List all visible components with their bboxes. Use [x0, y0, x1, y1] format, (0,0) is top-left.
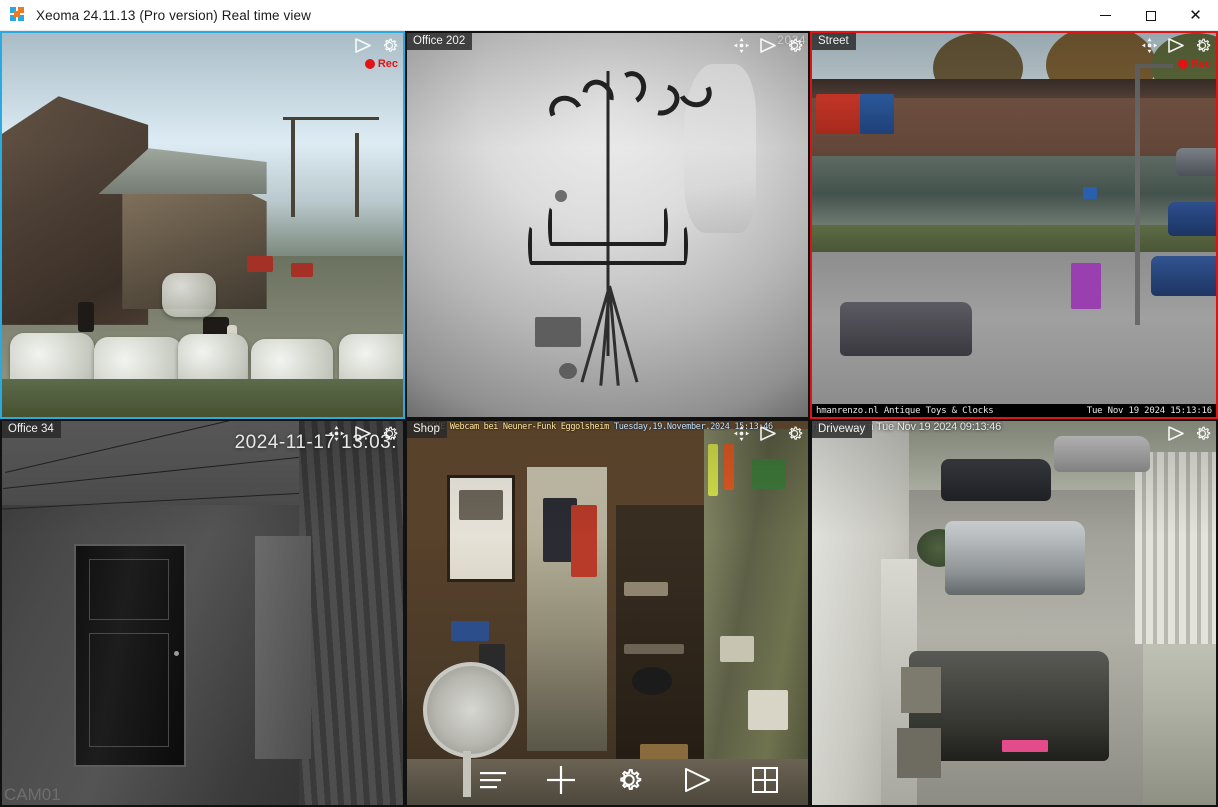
play-icon[interactable]: [1166, 425, 1185, 442]
layout-button[interactable]: [746, 761, 784, 799]
xeoma-app-window: Xeoma 24.11.13 (Pro version) Real time v…: [0, 0, 1218, 807]
gear-icon: [614, 765, 644, 795]
add-button[interactable]: [542, 761, 580, 799]
gear-icon[interactable]: [380, 36, 399, 55]
camera-controls-4: [328, 424, 399, 443]
camera-label-2: Office 202: [407, 33, 472, 50]
camera-cell-6[interactable]: riveway Cam Tue Nov 19 2024 09:13:46 Dri…: [810, 419, 1218, 807]
gear-icon[interactable]: [785, 36, 804, 55]
rec-label: Rec: [1191, 58, 1211, 70]
minimize-icon: [1100, 15, 1111, 16]
camera-id-overlay-4: CAM01: [4, 785, 61, 805]
camera-cell-3[interactable]: hmanrenzo.nl Antique Toys & Clocks Tue N…: [810, 31, 1218, 419]
site-name-overlay-3: hmanrenzo.nl Antique Toys & Clocks: [816, 406, 993, 416]
xeoma-logo-icon: [10, 7, 26, 23]
camera-cell-5[interactable]: LICHE Webcam bei Neuner-Funk Eggolsheim …: [405, 419, 810, 807]
camera-video-6: [812, 421, 1216, 805]
minimize-button[interactable]: [1083, 0, 1128, 31]
camera-video-2: [407, 33, 808, 417]
play-icon[interactable]: [353, 425, 372, 442]
recording-indicator-1: Rec: [365, 58, 398, 70]
record-dot-icon: [365, 59, 375, 69]
gear-icon[interactable]: [785, 424, 804, 443]
camera-controls-2: [733, 36, 804, 55]
camera-label-4: Office 34: [2, 421, 61, 438]
camera-controls-1: [353, 36, 399, 55]
close-icon: ✕: [1189, 8, 1202, 23]
gear-icon[interactable]: [1193, 36, 1212, 55]
bottom-toolbar: [474, 761, 784, 799]
recording-indicator-3: Rec: [1178, 58, 1211, 70]
play-icon[interactable]: [1166, 37, 1185, 54]
gear-icon[interactable]: [1193, 424, 1212, 443]
camera-controls-6: [1166, 424, 1212, 443]
move-icon[interactable]: [733, 37, 750, 54]
camera-controls-5: [733, 424, 804, 443]
rec-label: Rec: [378, 58, 398, 70]
camera-label-5: Shop: [407, 421, 447, 438]
move-icon[interactable]: [733, 425, 750, 442]
move-icon[interactable]: [1141, 37, 1158, 54]
plus-icon: [546, 765, 576, 795]
camera-cell-1[interactable]: Rec: [0, 31, 405, 419]
play-icon[interactable]: [758, 425, 777, 442]
play-button[interactable]: [678, 761, 716, 799]
camera-cell-4[interactable]: 2024-11-17 13:03: CAM01 Office 34: [0, 419, 405, 807]
window-title: Xeoma 24.11.13 (Pro version) Real time v…: [36, 8, 311, 23]
timestamp-overlay-3: Tue Nov 19 2024 15:13:16: [1087, 406, 1212, 416]
title-bar: Xeoma 24.11.13 (Pro version) Real time v…: [0, 0, 1218, 31]
play-icon[interactable]: [758, 37, 777, 54]
play-icon[interactable]: [353, 37, 372, 54]
camera-label-6: Driveway: [812, 421, 872, 438]
menu-button[interactable]: [474, 761, 512, 799]
site-name-overlay-5: LICHE Webcam bei Neuner-Funk Eggolsheim: [421, 422, 609, 432]
close-button[interactable]: ✕: [1173, 0, 1218, 31]
camera-controls-3: [1141, 36, 1212, 55]
window-controls: ✕: [1083, 0, 1218, 31]
camera-video-4: [2, 421, 403, 805]
settings-button[interactable]: [610, 761, 648, 799]
maximize-icon: [1146, 11, 1156, 21]
camera-grid: Rec: [0, 31, 1218, 807]
street-overlay-bar: hmanrenzo.nl Antique Toys & Clocks Tue N…: [812, 404, 1216, 417]
grid-layout-icon: [751, 766, 779, 794]
play-icon: [681, 766, 713, 794]
camera-cell-2[interactable]: 2024 Office 202: [405, 31, 810, 419]
record-dot-icon: [1178, 59, 1188, 69]
camera-label-3: Street: [812, 33, 856, 50]
gear-icon[interactable]: [380, 424, 399, 443]
camera-video-5: [407, 421, 808, 805]
hamburger-menu-icon: [478, 768, 508, 792]
camera-video-3: [812, 33, 1216, 417]
move-icon[interactable]: [328, 425, 345, 442]
camera-video-1: [2, 33, 403, 417]
maximize-button[interactable]: [1128, 0, 1173, 31]
